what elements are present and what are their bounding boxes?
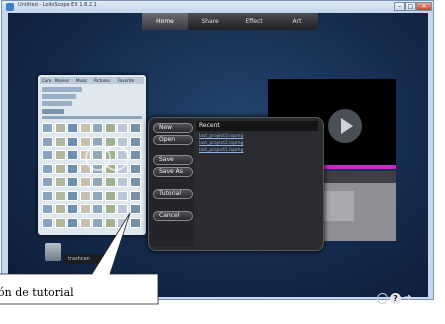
tab-share[interactable]: Share bbox=[188, 13, 232, 30]
media-thumbnail[interactable] bbox=[104, 123, 116, 133]
media-thumbnail[interactable] bbox=[104, 204, 116, 214]
media-thumbnail[interactable] bbox=[92, 123, 103, 133]
play-icon bbox=[341, 118, 353, 134]
media-thumbnail[interactable] bbox=[104, 190, 116, 201]
cancel-button[interactable]: Cancel bbox=[153, 211, 193, 221]
media-thumbnail[interactable] bbox=[67, 177, 78, 187]
media-thumbnail[interactable] bbox=[129, 163, 141, 174]
minimize-button[interactable]: – bbox=[394, 2, 405, 11]
media-thumbnail[interactable] bbox=[92, 204, 103, 214]
media-thumbnail[interactable] bbox=[54, 163, 66, 174]
media-thumbnail[interactable] bbox=[117, 217, 128, 228]
media-thumbnail[interactable] bbox=[42, 136, 53, 147]
media-thumbnail[interactable] bbox=[67, 217, 78, 228]
app-icon bbox=[6, 3, 14, 11]
main-navigation: Home Share Effect Art bbox=[142, 13, 318, 30]
recent-project-link[interactable]: last_project3.lopmg bbox=[199, 134, 243, 140]
media-thumbnail[interactable] bbox=[117, 190, 128, 201]
media-thumbnail[interactable] bbox=[79, 190, 91, 201]
workspace: Home Share Effect Art Cam Movies Music P… bbox=[8, 13, 428, 297]
media-thumbnail[interactable] bbox=[67, 204, 78, 214]
open-button[interactable]: Open bbox=[153, 135, 193, 145]
callout-text: ón de tutorial bbox=[0, 286, 74, 299]
media-thumbnail[interactable] bbox=[129, 123, 141, 133]
library-tabs: Cam Movies Music Pictures Favorite bbox=[40, 77, 144, 84]
tutorial-button[interactable]: Tutorial bbox=[153, 189, 193, 199]
library-folder-row[interactable] bbox=[42, 87, 82, 92]
media-thumbnail[interactable] bbox=[129, 217, 141, 228]
media-thumbnail[interactable] bbox=[42, 217, 53, 228]
tab-effect[interactable]: Effect bbox=[232, 13, 276, 30]
library-tab-favorite[interactable]: Favorite bbox=[118, 77, 134, 84]
library-folder-row[interactable] bbox=[42, 109, 64, 114]
media-thumbnail[interactable] bbox=[92, 217, 103, 228]
media-thumbnail[interactable] bbox=[54, 150, 66, 160]
trash-label: trashcan bbox=[64, 254, 112, 264]
media-thumbnail[interactable] bbox=[79, 177, 91, 187]
library-tab-pictures[interactable]: Pictures bbox=[94, 77, 110, 84]
media-thumbnail[interactable] bbox=[67, 150, 78, 160]
library-folder-row[interactable] bbox=[42, 101, 72, 106]
media-thumbnail[interactable] bbox=[117, 123, 128, 133]
library-separator bbox=[42, 116, 142, 119]
media-thumbnail[interactable] bbox=[54, 204, 66, 214]
new-button[interactable]: New bbox=[153, 123, 193, 133]
media-thumbnail[interactable] bbox=[79, 123, 91, 133]
media-thumbnail[interactable] bbox=[104, 177, 116, 187]
media-thumbnail[interactable] bbox=[54, 217, 66, 228]
title-bar: Untitled - LoiloScope EX 1.8.2.1 – □ × bbox=[2, 1, 433, 13]
recent-project-link[interactable]: last_project1.lopmg bbox=[199, 148, 243, 154]
media-thumbnail[interactable] bbox=[54, 190, 66, 201]
tab-home[interactable]: Home bbox=[142, 13, 188, 30]
media-thumbnail[interactable] bbox=[67, 163, 78, 174]
media-thumbnail[interactable] bbox=[67, 123, 78, 133]
media-thumbnail[interactable] bbox=[54, 177, 66, 187]
media-thumbnail[interactable] bbox=[54, 136, 66, 147]
media-thumbnail[interactable] bbox=[117, 177, 128, 187]
media-thumbnail[interactable] bbox=[42, 123, 53, 133]
library-tab-music[interactable]: Music bbox=[76, 77, 87, 84]
library-tab-cam[interactable]: Cam bbox=[42, 77, 51, 84]
media-thumbnail[interactable] bbox=[79, 204, 91, 214]
save-button[interactable]: Save bbox=[153, 155, 193, 165]
media-thumbnail[interactable] bbox=[129, 136, 141, 147]
media-thumbnail[interactable] bbox=[42, 190, 53, 201]
save-as-button[interactable]: Save As bbox=[153, 167, 193, 177]
media-thumbnail[interactable] bbox=[42, 150, 53, 160]
library-tab-movies[interactable]: Movies bbox=[55, 77, 69, 84]
media-thumbnail[interactable] bbox=[129, 177, 141, 187]
media-thumbnail[interactable] bbox=[129, 204, 141, 214]
media-thumbnail[interactable] bbox=[67, 190, 78, 201]
arrow-icon[interactable]: ➜ bbox=[404, 293, 412, 304]
media-thumbnail[interactable] bbox=[129, 190, 141, 201]
media-thumbnail[interactable] bbox=[79, 217, 91, 228]
recent-project-link[interactable]: last_project2.lopmg bbox=[199, 141, 243, 147]
close-button[interactable]: × bbox=[416, 2, 432, 11]
media-thumbnail[interactable] bbox=[42, 204, 53, 214]
media-thumbnail[interactable] bbox=[104, 217, 116, 228]
tab-art[interactable]: Art bbox=[276, 13, 318, 30]
media-thumbnail[interactable] bbox=[92, 177, 103, 187]
window-title: Untitled - LoiloScope EX 1.8.2.1 bbox=[18, 2, 97, 8]
media-thumbnail[interactable] bbox=[42, 163, 53, 174]
media-thumbnail[interactable] bbox=[54, 123, 66, 133]
help-icon[interactable]: ? bbox=[390, 293, 401, 304]
recent-header: Recent bbox=[196, 121, 318, 131]
media-thumbnail[interactable] bbox=[42, 177, 53, 187]
globe-icon[interactable] bbox=[377, 293, 388, 304]
media-thumbnail[interactable] bbox=[79, 136, 91, 147]
media-thumbnail[interactable] bbox=[92, 190, 103, 201]
drag-ring-icon bbox=[103, 145, 129, 171]
app-window: Untitled - LoiloScope EX 1.8.2.1 – □ × H… bbox=[1, 0, 434, 300]
library-folder-row[interactable] bbox=[42, 94, 76, 99]
maximize-button[interactable]: □ bbox=[405, 2, 416, 11]
media-thumbnail[interactable] bbox=[67, 136, 78, 147]
trash-icon[interactable] bbox=[45, 243, 61, 261]
media-thumbnail[interactable] bbox=[129, 150, 141, 160]
media-thumbnail[interactable] bbox=[117, 204, 128, 214]
